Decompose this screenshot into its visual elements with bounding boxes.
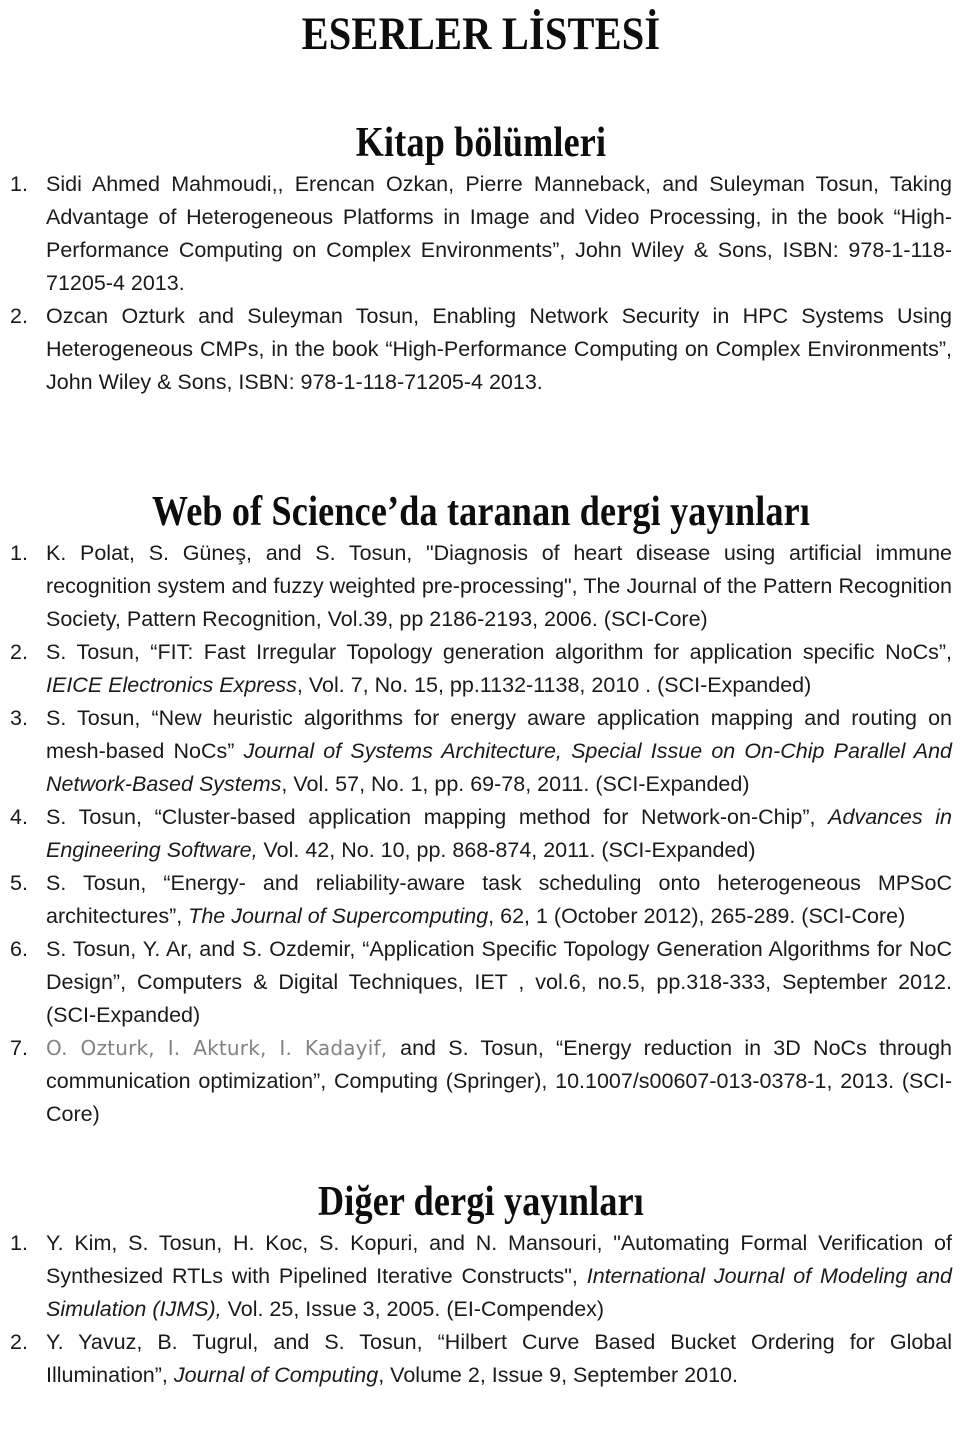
list-item: 1. Sidi Ahmed Mahmoudi,, Erencan Ozkan, … — [10, 168, 952, 300]
text-run: K. Polat, S. Güneş, and S. Tosun, "Diagn… — [46, 541, 952, 631]
list-item-text: S. Tosun, “Energy- and reliability-aware… — [46, 867, 952, 933]
list-item-number: 6. — [10, 937, 28, 961]
list-item-text: Sidi Ahmed Mahmoudi,, Erencan Ozkan, Pie… — [46, 168, 952, 300]
list-item: 1. K. Polat, S. Güneş, and S. Tosun, "Di… — [10, 537, 952, 636]
list-item-text: Y. Kim, S. Tosun, H. Koc, S. Kopuri, and… — [46, 1227, 952, 1326]
text-run: Vol. 42, No. 10, pp. 868-874, 2011. (SCI… — [257, 838, 756, 862]
italic-run: The Journal of Supercomputing — [188, 904, 489, 928]
list-item-text: Ozcan Ozturk and Suleyman Tosun, Enablin… — [46, 300, 952, 399]
book-chapters-list: 1. Sidi Ahmed Mahmoudi,, Erencan Ozkan, … — [10, 168, 952, 399]
list-item-number: 1. — [10, 1231, 28, 1255]
list-item: 6. S. Tosun, Y. Ar, and S. Ozdemir, “App… — [10, 933, 952, 1032]
list-item-text: S. Tosun, “Cluster-based application map… — [46, 801, 952, 867]
list-item-number: 2. — [10, 1330, 28, 1354]
list-item-text: O. Ozturk, I. Akturk, I. Kadayif, and S.… — [46, 1032, 952, 1131]
spacer-before-wos — [10, 399, 952, 487]
section-heading-other-journals: Diğer dergi yayınları — [318, 1179, 644, 1225]
muted-run: O. Ozturk, I. Akturk, I. Kadayif, — [46, 1036, 401, 1060]
list-item: 7. O. Ozturk, I. Akturk, I. Kadayif, and… — [10, 1032, 952, 1131]
list-item: 5. S. Tosun, “Energy- and reliability-aw… — [10, 867, 952, 933]
list-item-text: Y. Yavuz, B. Tugrul, and S. Tosun, “Hilb… — [46, 1326, 952, 1392]
section-heading-book-chapters: Kitap bölümleri — [355, 120, 607, 166]
text-run: Vol. 25, Issue 3, 2005. (EI-Compendex) — [221, 1297, 605, 1321]
spacer-before-other-journals — [10, 1131, 952, 1177]
list-item: 1. Y. Kim, S. Tosun, H. Koc, S. Kopuri, … — [10, 1227, 952, 1326]
text-run: , Vol. 7, No. 15, pp.1132-1138, 2010 . (… — [296, 673, 812, 697]
list-item-text: K. Polat, S. Güneş, and S. Tosun, "Diagn… — [46, 537, 952, 636]
list-item-number: 1. — [10, 172, 28, 196]
list-item-number: 3. — [10, 706, 28, 730]
list-item: 2. Ozcan Ozturk and Suleyman Tosun, Enab… — [10, 300, 952, 399]
section-heading-web-of-science: Web of Science’da taranan dergi yayınlar… — [151, 489, 811, 535]
list-item-number: 2. — [10, 640, 28, 664]
italic-run: IEICE Electronics Express — [46, 673, 297, 697]
text-run: , Vol. 57, No. 1, pp. 69-78, 2011. (SCI-… — [281, 772, 750, 796]
document-page: ESERLER LİSTESİ Kitap bölümleri 1. Sidi … — [0, 6, 960, 1438]
list-item: 4. S. Tosun, “Cluster-based application … — [10, 801, 952, 867]
text-run: , Volume 2, Issue 9, September 2010. — [378, 1363, 738, 1387]
text-run: Sidi Ahmed Mahmoudi,, Erencan Ozkan, Pie… — [46, 172, 952, 295]
page-title: ESERLER LİSTESİ — [301, 8, 661, 60]
text-run: Ozcan Ozturk and Suleyman Tosun, Enablin… — [46, 304, 952, 394]
list-item-text: S. Tosun, “New heuristic algorithms for … — [46, 702, 952, 801]
list-item: 2. Y. Yavuz, B. Tugrul, and S. Tosun, “H… — [10, 1326, 952, 1392]
list-item: 3. S. Tosun, “New heuristic algorithms f… — [10, 702, 952, 801]
text-run: S. Tosun, Y. Ar, and S. Ozdemir, “Applic… — [46, 937, 952, 1027]
list-item-text: S. Tosun, “FIT: Fast Irregular Topology … — [46, 636, 952, 702]
list-item-text: S. Tosun, Y. Ar, and S. Ozdemir, “Applic… — [46, 933, 952, 1032]
other-journals-list: 1. Y. Kim, S. Tosun, H. Koc, S. Kopuri, … — [10, 1227, 952, 1392]
text-run: S. Tosun, “FIT: Fast Irregular Topology … — [46, 640, 952, 664]
web-of-science-list: 1. K. Polat, S. Güneş, and S. Tosun, "Di… — [10, 537, 952, 1131]
list-item-number: 7. — [10, 1036, 28, 1060]
spacer-after-title — [10, 62, 952, 118]
list-item-number: 1. — [10, 541, 28, 565]
italic-run: Journal of Computing — [173, 1363, 379, 1387]
list-item-number: 4. — [10, 805, 28, 829]
text-run: , 62, 1 (October 2012), 265-289. (SCI-Co… — [488, 904, 906, 928]
list-item-number: 2. — [10, 304, 28, 328]
text-run: S. Tosun, “Cluster-based application map… — [46, 805, 829, 829]
list-item-number: 5. — [10, 871, 28, 895]
list-item: 2. S. Tosun, “FIT: Fast Irregular Topolo… — [10, 636, 952, 702]
